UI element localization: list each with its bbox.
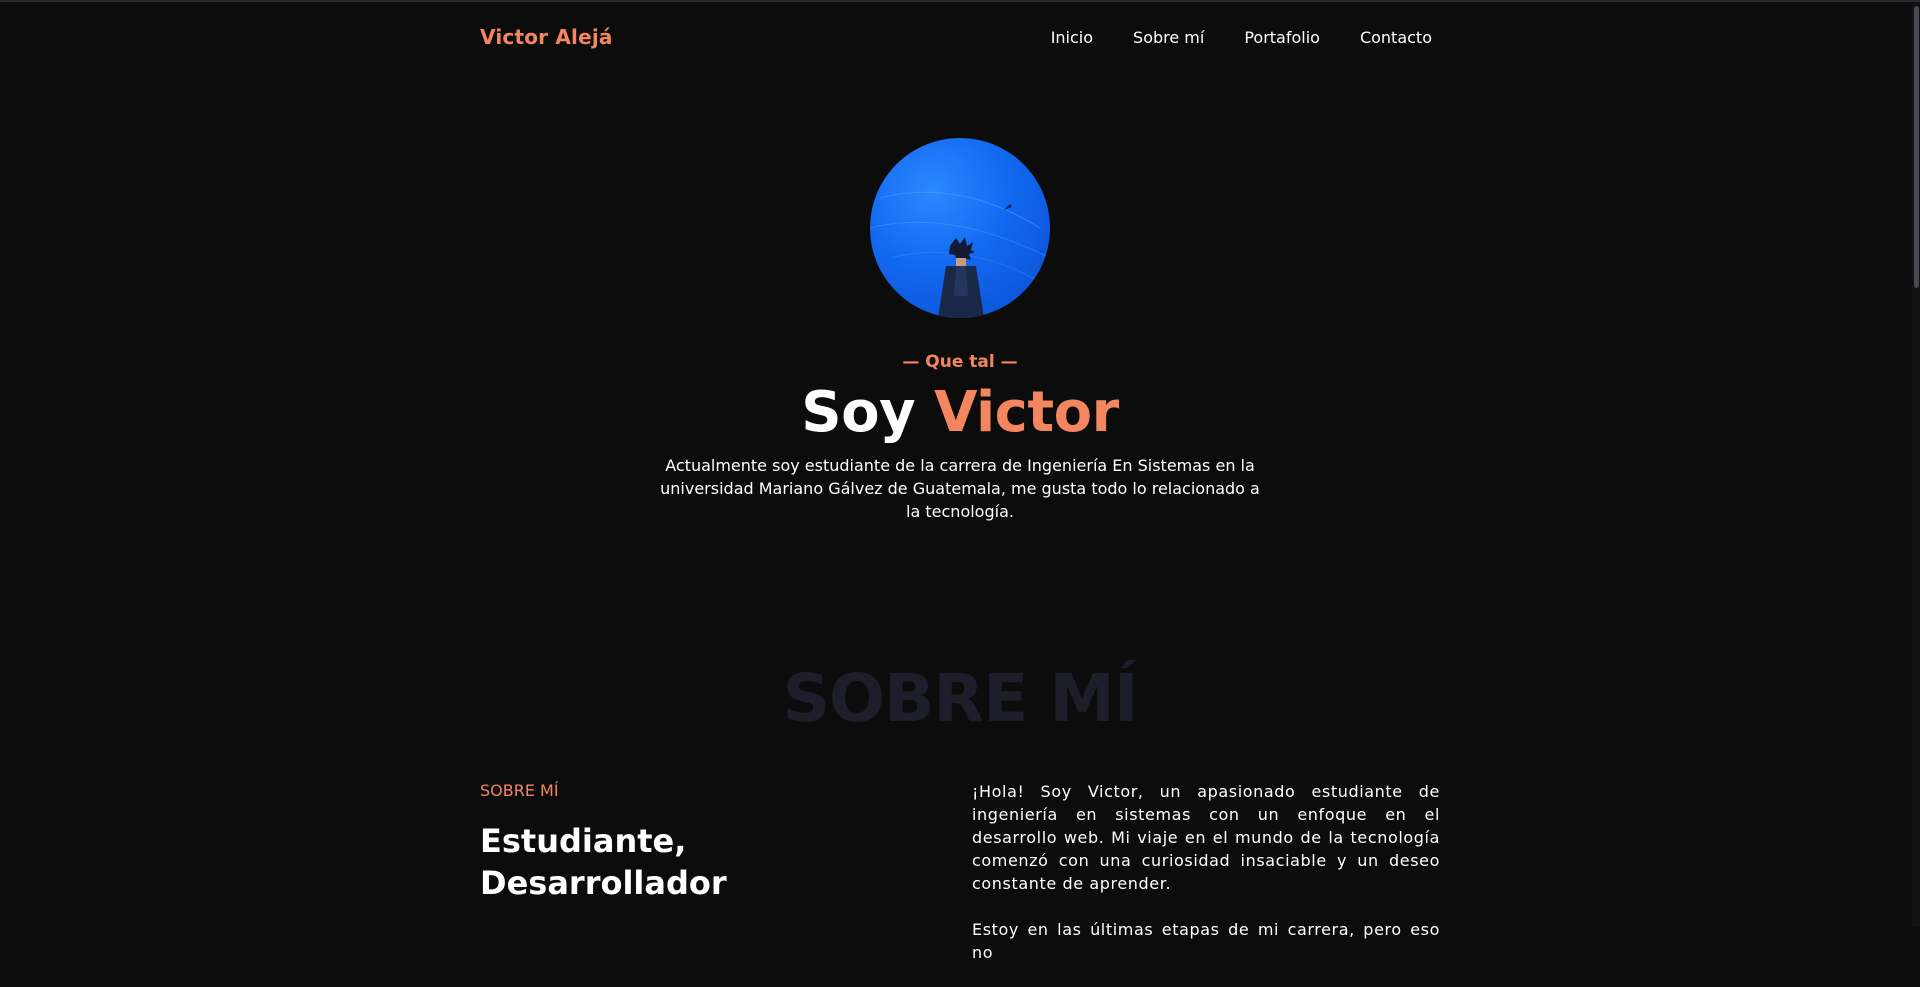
nav-link-portafolio[interactable]: Portafolio xyxy=(1244,28,1320,47)
nav-link-inicio[interactable]: Inicio xyxy=(1051,28,1093,47)
hero-title: Soy Victor xyxy=(0,380,1920,445)
scrollbar-thumb[interactable] xyxy=(1914,6,1919,288)
hero-description: Actualmente soy estudiante de la carrera… xyxy=(660,456,1260,521)
hero-title-prefix: Soy xyxy=(801,380,916,445)
navbar: Victor Alejá Inicio Sobre mí Portafolio … xyxy=(480,16,1440,58)
about-heading-line1: Estudiante, xyxy=(480,822,687,860)
nav-links: Inicio Sobre mí Portafolio Contacto xyxy=(1011,28,1432,47)
page-scrollbar[interactable] xyxy=(1912,2,1920,927)
about-heading: Estudiante, Desarrollador xyxy=(480,820,860,904)
window-top-border xyxy=(0,0,1920,2)
about-paragraph-1: ¡Hola! Soy Victor, un apasionado estudia… xyxy=(972,782,1440,893)
about-paragraph-2: Estoy en las últimas etapas de mi carrer… xyxy=(972,920,1440,962)
profile-avatar xyxy=(870,138,1050,318)
hero-kicker: — Que tal — xyxy=(902,352,1018,372)
section-watermark: SOBRE MÍ xyxy=(782,660,1138,737)
avatar-illustration xyxy=(870,191,1050,318)
nav-link-sobre-mi[interactable]: Sobre mí xyxy=(1133,28,1204,47)
nav-link-contacto[interactable]: Contacto xyxy=(1360,28,1432,47)
about-kicker: SOBRE MÍ xyxy=(480,781,559,800)
about-heading-line2: Desarrollador xyxy=(480,864,727,902)
brand-logo[interactable]: Victor Alejá xyxy=(480,25,613,49)
about-text: ¡Hola! Soy Victor, un apasionado estudia… xyxy=(972,780,1440,987)
hero-title-name: Victor xyxy=(934,380,1119,445)
